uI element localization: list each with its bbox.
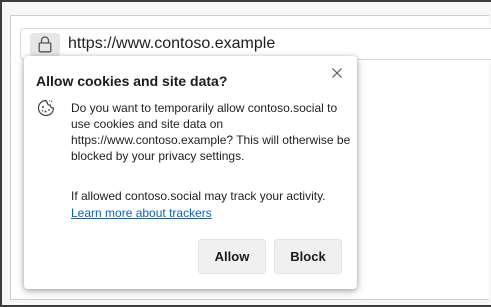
tracking-note: If allowed contoso.social may track your… <box>71 189 326 203</box>
dialog-message: Do you want to temporarily allow contoso… <box>71 101 351 163</box>
url-text[interactable]: https://www.contoso.example <box>68 33 275 55</box>
learn-more-link[interactable]: Learn more about trackers <box>71 205 212 221</box>
allow-button[interactable]: Allow <box>198 239 266 274</box>
lock-icon[interactable] <box>38 36 52 53</box>
cookie-permission-dialog: Allow cookies and site data? Do you want… <box>24 56 357 289</box>
close-icon[interactable] <box>328 64 346 82</box>
cookie-icon <box>37 99 55 117</box>
dialog-title: Allow cookies and site data? <box>36 73 228 89</box>
block-button[interactable]: Block <box>274 239 342 274</box>
